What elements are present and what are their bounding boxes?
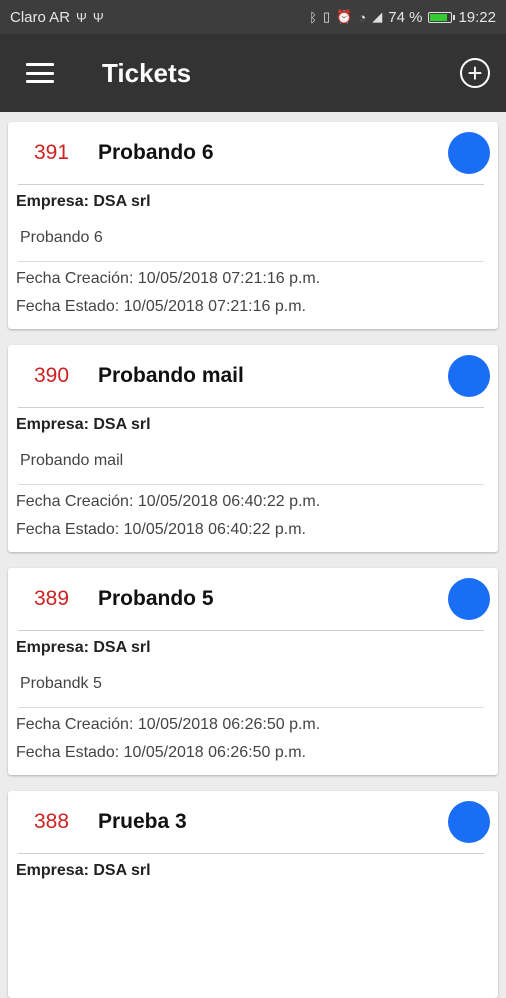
alarm-icon: ⏰ <box>336 9 353 24</box>
page-title: Tickets <box>102 57 192 88</box>
ticket-number: 388 <box>34 810 70 833</box>
ticket-description: Probando 6 <box>20 229 103 246</box>
usb-icon: Ψ <box>76 9 87 25</box>
ticket-header: 391 Probando 6 <box>8 122 498 184</box>
status-dot-icon <box>448 355 490 397</box>
carrier-label: Claro AR <box>10 8 71 26</box>
status-dot-icon <box>448 578 490 620</box>
ticket-description: Probando mail <box>20 452 124 469</box>
ticket-title: Probando 6 <box>98 141 214 164</box>
app-bar: Tickets + <box>0 34 506 112</box>
usb-icon: Ψ <box>92 9 104 25</box>
ticket-status-date: Fecha Estado: 10/05/2018 07:21:16 p.m. <box>16 298 306 315</box>
ticket-description <box>8 884 498 920</box>
ticket-title: Probando 5 <box>98 587 214 610</box>
ticket-card[interactable]: 388 Prueba 3 Empresa: DSA srl <box>8 791 498 998</box>
status-dot-icon <box>448 801 490 843</box>
ticket-title: Prueba 3 <box>98 810 187 833</box>
battery-fill <box>430 13 447 21</box>
ticket-company: Empresa: DSA srl <box>16 193 151 210</box>
ticket-company: Empresa: DSA srl <box>16 862 151 879</box>
ticket-header: 390 Probando mail <box>8 345 498 407</box>
status-bar-left: Claro AR Ψ Ψ <box>10 9 104 26</box>
signal-icon: ◢ <box>372 9 383 24</box>
ticket-list: 391 Probando 6 Empresa: DSA srl Probando… <box>0 112 506 998</box>
ticket-created-date: Fecha Creación: 10/05/2018 06:26:50 p.m. <box>16 716 321 733</box>
vibrate-icon: ▯ <box>323 9 331 24</box>
status-bar-right: ᛒ ▯ ⏰ ◔ ◢ 74 % 19:22 <box>309 9 496 26</box>
bluetooth-icon: ᛒ <box>309 9 318 25</box>
add-circle-icon[interactable]: + <box>460 58 490 88</box>
ticket-card[interactable]: 389 Probando 5 Empresa: DSA srl Probandk… <box>8 568 498 775</box>
ticket-status-date: Fecha Estado: 10/05/2018 06:40:22 p.m. <box>16 521 306 538</box>
status-bar: Claro AR Ψ Ψ ᛒ ▯ ⏰ ◔ ◢ 74 % 19:22 <box>0 0 506 34</box>
menu-icon[interactable] <box>26 63 54 83</box>
ticket-number: 391 <box>34 141 70 164</box>
ticket-card[interactable]: 390 Probando mail Empresa: DSA srl Proba… <box>8 345 498 552</box>
wifi-icon: ◔ <box>358 9 367 25</box>
battery-icon <box>428 11 456 23</box>
ticket-header: 388 Prueba 3 <box>8 791 498 853</box>
ticket-company: Empresa: DSA srl <box>16 639 151 656</box>
ticket-created-date: Fecha Creación: 10/05/2018 07:21:16 p.m. <box>16 270 321 287</box>
ticket-card[interactable]: 391 Probando 6 Empresa: DSA srl Probando… <box>8 122 498 329</box>
ticket-title: Probando mail <box>98 364 244 387</box>
ticket-header: 389 Probando 5 <box>8 568 498 630</box>
ticket-status-date: Fecha Estado: 10/05/2018 06:26:50 p.m. <box>16 744 306 761</box>
ticket-company: Empresa: DSA srl <box>16 416 151 433</box>
ticket-created-date: Fecha Creación: 10/05/2018 06:40:22 p.m. <box>16 493 321 510</box>
ticket-number: 390 <box>34 364 70 387</box>
clock: 19:22 <box>458 8 496 26</box>
ticket-description: Probandk 5 <box>20 675 102 692</box>
status-dot-icon <box>448 132 490 174</box>
battery-percent: 74 % <box>388 8 423 26</box>
ticket-number: 389 <box>34 587 70 610</box>
